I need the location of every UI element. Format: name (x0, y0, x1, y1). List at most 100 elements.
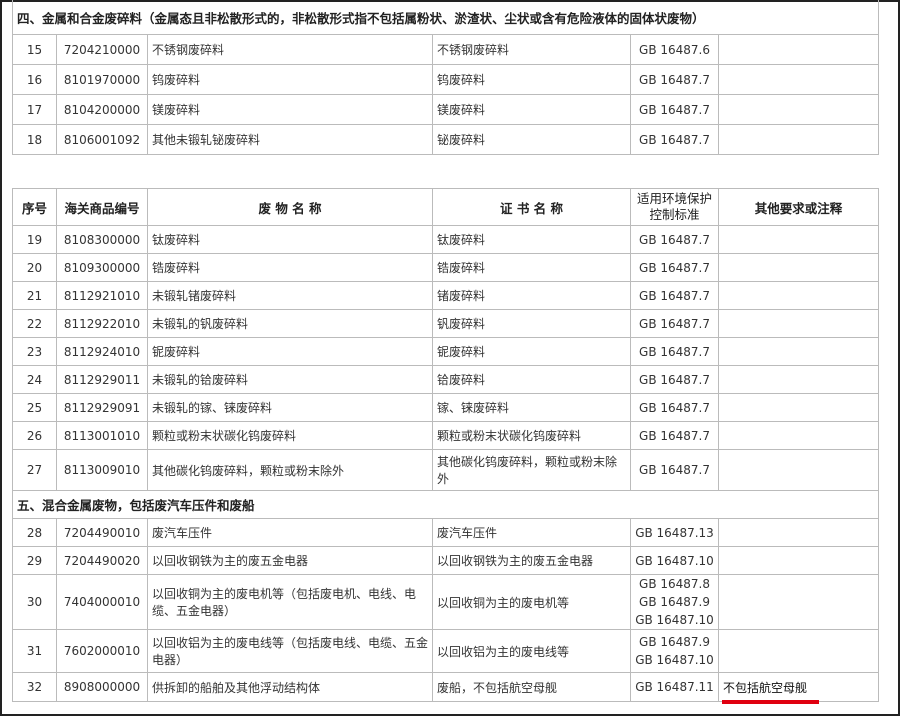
standard-code: GB 16487.7 (639, 232, 710, 247)
standard-code: GB 16487.7 (639, 102, 710, 117)
customs-code: 8112921010 (56, 281, 148, 310)
waste-name: 颗粒或粉末状碳化钨废碎料 (147, 421, 433, 450)
standard-code: GB 16487.7 (639, 316, 710, 331)
standard-code: GB 16487.7 (639, 400, 710, 415)
table-row: 32 8908000000 供拆卸的船舶及其他浮动结构体 废船，不包括航空母舰 GB 1… (12, 672, 879, 702)
table-row: 29 7204490020 以回收钢铁为主的废五金电器 以回收钢铁为主的废五金电器 GB… (12, 546, 879, 575)
standard-code: GB 16487.10 (635, 553, 714, 568)
standard-cell: GB 16487.7 (630, 64, 719, 95)
waste-table-main: 序号 海关商品编号 废 物 名 称 证 书 名 称 适用环境保护控制标准 其他要… (12, 188, 879, 702)
certificate-name: 镁废碎料 (432, 94, 631, 125)
section-heading: 四、金属和合金废碎料（金属态且非松散形式的，非松散形式指不包括属粉状、淤渣状、尘… (11, 0, 880, 35)
table-row: 25 8112929091 未锻轧的镓、铼废碎料 镓、铼废碎料 GB 16487.7 (12, 393, 879, 422)
standard-cell: GB 16487.7 (630, 393, 719, 422)
table-row: 27 8113009010 其他碳化钨废碎料，颗粒或粉末除外 其他碳化钨废碎料，颗粒或… (12, 449, 879, 491)
waste-name: 以回收铝为主的废电线等（包括废电线、电缆、五金电器） (147, 629, 433, 673)
notes: 不包括航空母舰 (718, 672, 879, 702)
customs-code: 8908000000 (56, 672, 148, 702)
customs-code: 7404000010 (56, 574, 148, 630)
standard-cell: GB 16487.7 (630, 365, 719, 394)
table-row: 21 8112921010 未锻轧锗废碎料 锗废碎料 GB 16487.7 (12, 281, 879, 310)
standard-cell: GB 16487.8 GB 16487.9 GB 16487.10 (630, 574, 719, 630)
certificate-name: 锆废碎料 (432, 253, 631, 282)
row-number: 22 (12, 309, 57, 338)
row-number: 16 (12, 64, 57, 95)
waste-name: 其他碳化钨废碎料，颗粒或粉末除外 (147, 449, 433, 491)
header-cert-name: 证 书 名 称 (432, 188, 631, 226)
standard-cell: GB 16487.9 GB 16487.10 (630, 629, 719, 673)
certificate-name: 其他碳化钨废碎料，颗粒或粉末除外 (432, 449, 631, 491)
certificate-name: 钨废碎料 (432, 64, 631, 95)
standard-code: GB 16487.7 (639, 372, 710, 387)
row-number: 25 (12, 393, 57, 422)
table-row: 20 8109300000 锆废碎料 锆废碎料 GB 16487.7 (12, 253, 879, 282)
standard-code: GB 16487.9 (639, 635, 710, 649)
notes (718, 225, 879, 254)
customs-code: 7204490020 (56, 546, 148, 575)
table-row: 31 7602000010 以回收铝为主的废电线等（包括废电线、电缆、五金电器） 以回… (12, 629, 879, 673)
row-number: 21 (12, 281, 57, 310)
row-number: 30 (12, 574, 57, 630)
header-no: 序号 (12, 188, 57, 226)
standard-cell: GB 16487.13 (630, 518, 719, 547)
certificate-name: 镓、铼废碎料 (432, 393, 631, 422)
standard-cell: GB 16487.11 (630, 672, 719, 702)
standard-code: GB 16487.7 (639, 288, 710, 303)
notes (718, 365, 879, 394)
standard-code: GB 16487.7 (639, 132, 710, 147)
certificate-name: 钒废碎料 (432, 309, 631, 338)
standard-cell: GB 16487.7 (630, 337, 719, 366)
standard-code: GB 16487.7 (639, 428, 710, 443)
certificate-name: 颗粒或粉末状碳化钨废碎料 (432, 421, 631, 450)
standard-code: GB 16487.11 (635, 680, 714, 694)
header-code: 海关商品编号 (56, 188, 148, 226)
notes (718, 253, 879, 282)
notes (718, 629, 879, 673)
table-row: 30 7404000010 以回收铜为主的废电机等（包括废电机、电线、电缆、五金电器… (12, 574, 879, 630)
notes (718, 309, 879, 338)
red-underline-highlight (722, 700, 819, 704)
table-row: 18 8106001092 其他未锻轧铋废碎料 铋废碎料 GB 16487.7 (12, 124, 880, 155)
table-row: 16 8101970000 钨废碎料 钨废碎料 GB 16487.7 (12, 64, 880, 95)
table-row: 22 8112922010 未锻轧的钒废碎料 钒废碎料 GB 16487.7 (12, 309, 879, 338)
certificate-name: 钛废碎料 (432, 225, 631, 254)
row-number: 24 (12, 365, 57, 394)
row-number: 20 (12, 253, 57, 282)
waste-name: 镁废碎料 (147, 94, 433, 125)
waste-name: 不锈钢废碎料 (147, 34, 433, 65)
row-number: 17 (12, 94, 57, 125)
row-number: 23 (12, 337, 57, 366)
row-number: 19 (12, 225, 57, 254)
certificate-name: 以回收铜为主的废电机等 (432, 574, 631, 630)
waste-name: 废汽车压件 (147, 518, 433, 547)
table-row: 19 8108300000 钛废碎料 钛废碎料 GB 16487.7 (12, 225, 879, 254)
header-standard: 适用环境保护控制标准 (630, 188, 719, 226)
row-number: 15 (12, 34, 57, 65)
notes (717, 34, 880, 65)
section-heading: 五、混合金属废物，包括废汽车压件和废船 (12, 490, 879, 519)
notes (718, 574, 879, 630)
header-notes: 其他要求或注释 (718, 188, 879, 226)
customs-code: 8104200000 (56, 94, 148, 125)
notes (718, 337, 879, 366)
waste-name: 未锻轧的镓、铼废碎料 (147, 393, 433, 422)
waste-name: 钛废碎料 (147, 225, 433, 254)
standard-code: GB 16487.7 (639, 260, 710, 275)
notes (718, 281, 879, 310)
standard-code: GB 16487.7 (639, 463, 710, 477)
customs-code: 7204210000 (56, 34, 148, 65)
notes (718, 518, 879, 547)
header-waste-name: 废 物 名 称 (147, 188, 433, 226)
standard-cell: GB 16487.7 (630, 225, 719, 254)
notes (718, 546, 879, 575)
table-row: 24 8112929011 未锻轧的铪废碎料 铪废碎料 GB 16487.7 (12, 365, 879, 394)
certificate-name: 废船，不包括航空母舰 (432, 672, 631, 702)
row-number: 31 (12, 629, 57, 673)
standard-code: GB 16487.9 (639, 595, 710, 609)
row-number: 29 (12, 546, 57, 575)
customs-code: 8101970000 (56, 64, 148, 95)
standard-cell: GB 16487.7 (630, 124, 719, 155)
notes (718, 421, 879, 450)
waste-table-section-4: 四、金属和合金废碎料（金属态且非松散形式的，非松散形式指不包括属粉状、淤渣状、尘… (11, 0, 880, 155)
certificate-name: 铪废碎料 (432, 365, 631, 394)
